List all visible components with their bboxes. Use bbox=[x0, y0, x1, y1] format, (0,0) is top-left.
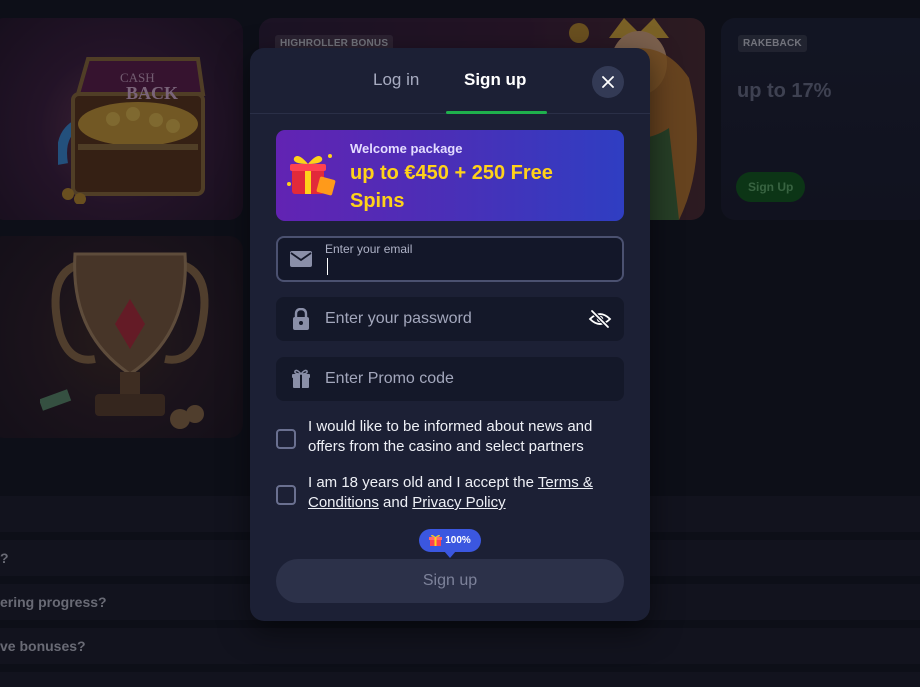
email-input[interactable] bbox=[327, 258, 607, 276]
privacy-link[interactable]: Privacy Policy bbox=[412, 494, 505, 511]
email-field[interactable]: Enter your email bbox=[276, 236, 624, 282]
news-consent-text: I would like to be informed about news a… bbox=[308, 418, 593, 455]
signup-modal: Log in Sign up Welcome package up to €45… bbox=[250, 48, 650, 621]
active-tab-indicator bbox=[446, 111, 547, 114]
promo-title: up to €450 + 250 Free Spins bbox=[350, 162, 553, 212]
auth-tabs: Log in Sign up bbox=[250, 48, 650, 114]
signup-submit-button[interactable]: Sign up bbox=[276, 559, 624, 603]
promo-code-field[interactable]: Enter Promo code bbox=[276, 357, 624, 401]
password-field[interactable]: Enter your password bbox=[276, 297, 624, 341]
news-consent-checkbox[interactable] bbox=[276, 429, 296, 449]
lock-icon bbox=[290, 308, 312, 330]
text-caret bbox=[327, 258, 328, 275]
age-terms-prefix: I am 18 years old and I accept the bbox=[308, 474, 538, 491]
promo-code-placeholder: Enter Promo code bbox=[325, 370, 454, 387]
password-placeholder: Enter your password bbox=[325, 310, 472, 327]
eye-slash-icon bbox=[588, 309, 612, 329]
promo-subtitle: Welcome package bbox=[350, 141, 463, 156]
gift-box-icon bbox=[287, 154, 336, 196]
bonus-progress-badge: 100% bbox=[419, 529, 481, 558]
welcome-package-banner: Welcome package up to €450 + 250 Free Sp… bbox=[276, 130, 624, 221]
envelope-icon bbox=[290, 248, 312, 270]
age-terms-and: and bbox=[378, 494, 413, 511]
age-terms-text: I am 18 years old and I accept the Terms… bbox=[308, 473, 628, 513]
tab-login[interactable]: Log in bbox=[373, 70, 419, 90]
email-label: Enter your email bbox=[325, 242, 413, 256]
progress-value: 100% bbox=[445, 535, 471, 546]
close-button[interactable] bbox=[592, 66, 624, 98]
gift-icon bbox=[290, 368, 312, 390]
age-terms-checkbox[interactable] bbox=[276, 485, 296, 505]
close-icon bbox=[602, 76, 614, 88]
toggle-password-visibility[interactable] bbox=[588, 307, 612, 331]
gift-icon bbox=[429, 535, 443, 546]
tab-signup[interactable]: Sign up bbox=[464, 70, 526, 90]
